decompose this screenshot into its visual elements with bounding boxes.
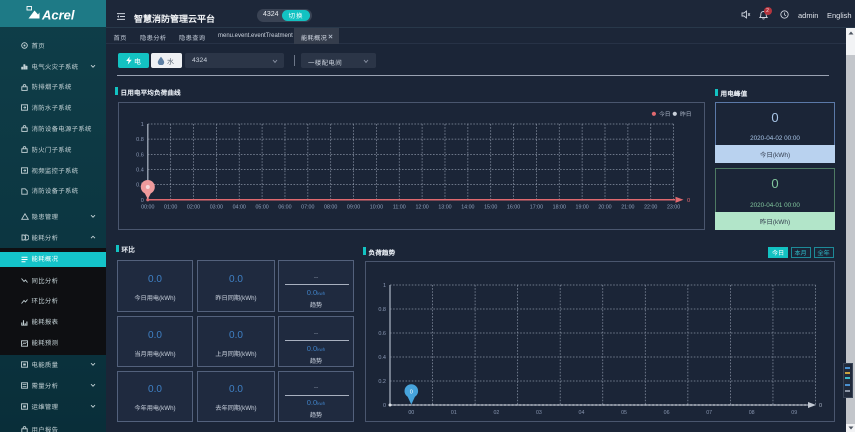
svg-text:0: 0 [410, 389, 413, 395]
svg-text:0: 0 [819, 403, 822, 409]
svg-text:07: 07 [706, 410, 712, 416]
svg-text:09:00: 09:00 [347, 205, 360, 211]
svg-text:0.6: 0.6 [378, 331, 386, 337]
svg-text:14:00: 14:00 [461, 205, 474, 211]
svg-text:08: 08 [749, 410, 755, 416]
svg-text:20:00: 20:00 [598, 205, 611, 211]
svg-text:02:00: 02:00 [187, 205, 200, 211]
svg-text:1: 1 [141, 122, 144, 128]
svg-text:15:00: 15:00 [484, 205, 497, 211]
svg-text:0.8: 0.8 [378, 307, 386, 313]
svg-text:06: 06 [664, 410, 670, 416]
svg-text:00: 00 [408, 410, 414, 416]
svg-text:0.4: 0.4 [136, 167, 144, 173]
svg-text:0.6: 0.6 [136, 152, 144, 158]
svg-text:00:00: 00:00 [141, 205, 154, 211]
svg-text:05:00: 05:00 [255, 205, 268, 211]
svg-text:昨日: 昨日 [680, 109, 692, 118]
svg-text:Acrel: Acrel [41, 8, 75, 23]
svg-text:23:00: 23:00 [667, 205, 680, 211]
svg-text:04:00: 04:00 [233, 205, 246, 211]
svg-text:21:00: 21:00 [621, 205, 634, 211]
svg-text:0.4: 0.4 [378, 355, 386, 361]
svg-text:0: 0 [141, 198, 144, 204]
svg-text:05: 05 [621, 410, 627, 416]
svg-text:18:00: 18:00 [553, 205, 566, 211]
svg-text:12:00: 12:00 [415, 205, 428, 211]
svg-text:01:00: 01:00 [164, 205, 177, 211]
svg-text:0.2: 0.2 [378, 379, 386, 385]
svg-text:10:00: 10:00 [370, 205, 383, 211]
svg-text:17:00: 17:00 [530, 205, 543, 211]
svg-text:09: 09 [791, 410, 797, 416]
svg-text:03:00: 03:00 [210, 205, 223, 211]
svg-text:08:00: 08:00 [324, 205, 337, 211]
svg-text:11:00: 11:00 [393, 205, 406, 211]
svg-text:今日: 今日 [659, 109, 671, 118]
svg-text:22:00: 22:00 [644, 205, 657, 211]
svg-text:0: 0 [687, 198, 690, 204]
svg-text:0.8: 0.8 [136, 137, 144, 143]
svg-text:16:00: 16:00 [507, 205, 520, 211]
svg-text:03: 03 [536, 410, 542, 416]
svg-text:06:00: 06:00 [278, 205, 291, 211]
svg-text:1: 1 [383, 283, 386, 289]
svg-text:04: 04 [579, 410, 585, 416]
svg-text:13:00: 13:00 [438, 205, 451, 211]
svg-text:01: 01 [451, 410, 457, 416]
svg-text:19:00: 19:00 [576, 205, 589, 211]
svg-text:07:00: 07:00 [301, 205, 314, 211]
svg-text:02: 02 [493, 410, 499, 416]
svg-text:0: 0 [383, 403, 386, 409]
